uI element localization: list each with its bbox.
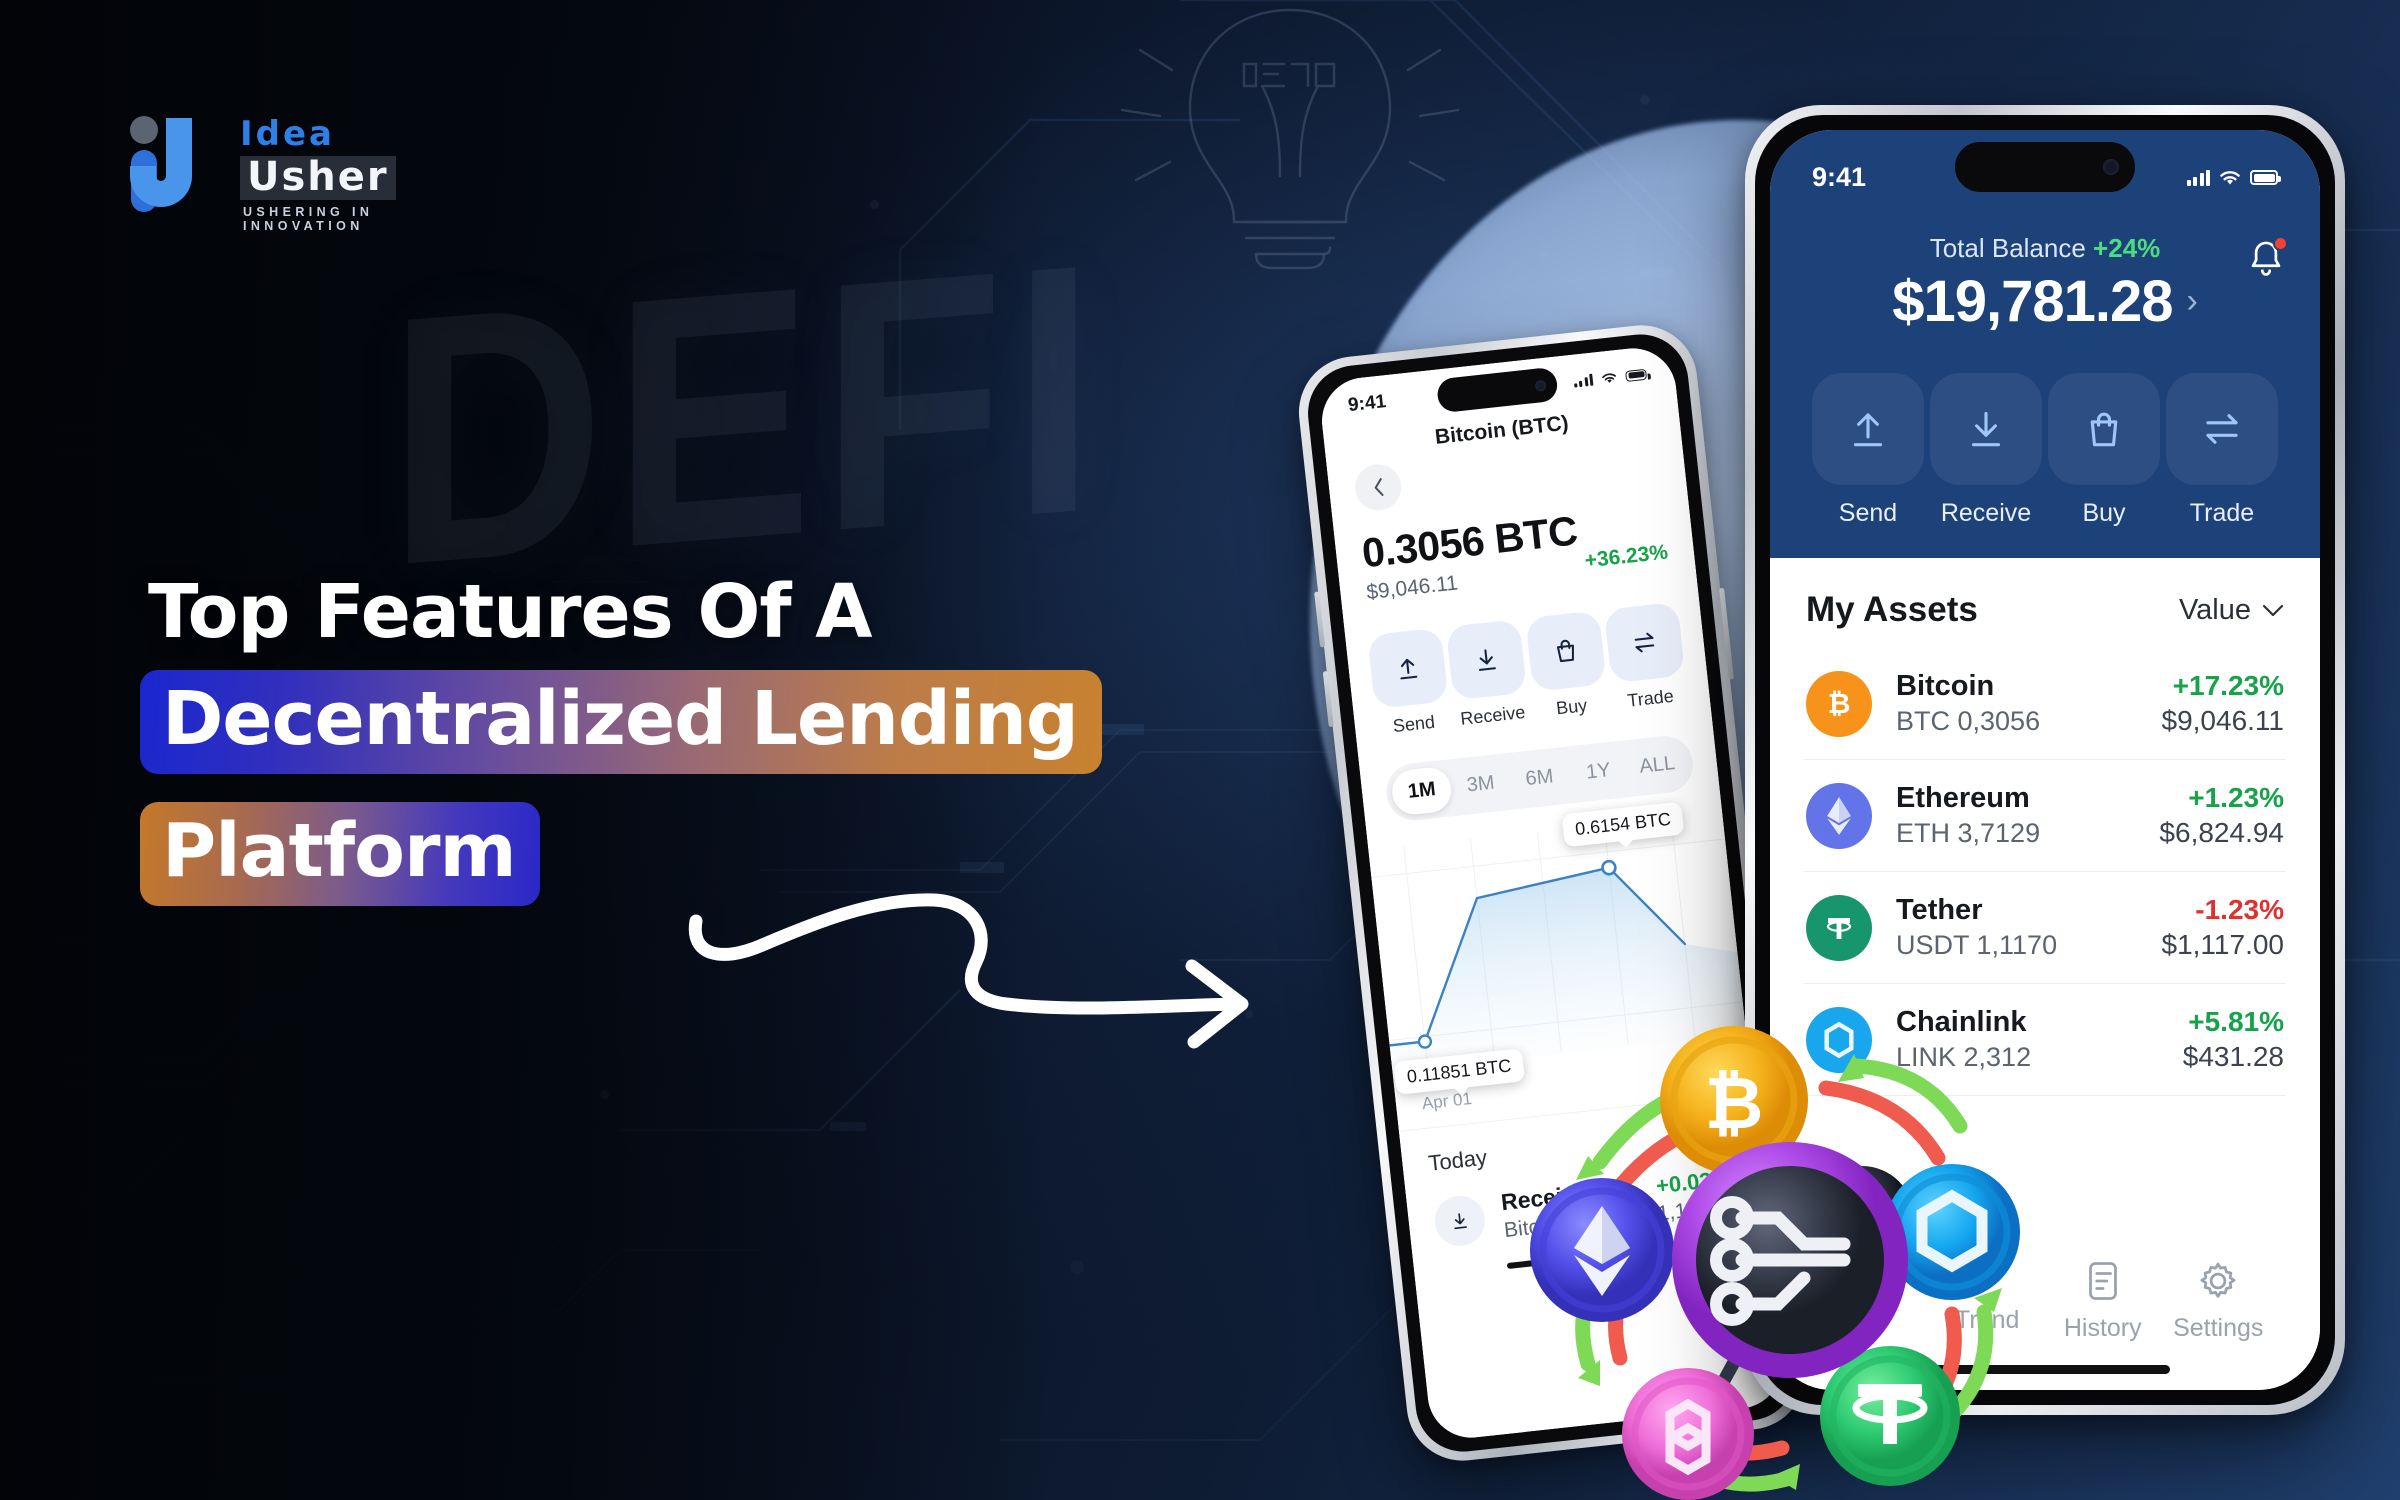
- table-row[interactable]: Ethereum ETH 3,7129 +1.23% $6,824.94: [1804, 760, 2286, 872]
- left-action-receive-label: Receive: [1459, 701, 1527, 729]
- asset-change: +1.23%: [2188, 782, 2284, 813]
- left-action-trade-label: Trade: [1626, 685, 1675, 711]
- tab-settings[interactable]: Settings: [2161, 1261, 2277, 1343]
- idea-usher-logo-icon: [122, 112, 232, 212]
- left-action-trade[interactable]: Trade: [1603, 601, 1689, 713]
- brand-name-line1: Idea: [240, 114, 335, 154]
- action-buy-label: Buy: [2082, 499, 2126, 527]
- asset-value: $9,046.11: [2161, 705, 2285, 736]
- shopping-bag-icon: [1556, 639, 1574, 663]
- headline-line-3: Platform: [140, 802, 540, 907]
- tab-settings-label: Settings: [2173, 1314, 2264, 1342]
- asset-name: Ethereum: [1896, 782, 2030, 814]
- timeframe-1m[interactable]: 1M: [1389, 765, 1454, 817]
- headline-line-1: Top Features Of A: [148, 569, 873, 655]
- ethereum-coin-icon: [1530, 1178, 1674, 1322]
- asset-value: $6,824.94: [2159, 817, 2284, 848]
- right-phone-notch: [1955, 142, 2135, 192]
- action-trade-label: Trade: [2189, 499, 2255, 527]
- action-receive[interactable]: Receive: [1930, 373, 2042, 528]
- notification-badge: [2273, 236, 2288, 251]
- back-button[interactable]: [1352, 462, 1404, 513]
- asset-ticker: ETH 3,7129: [1896, 818, 2041, 848]
- balance-change: +24%: [2093, 233, 2161, 263]
- swap-arrows-icon: [1634, 632, 1655, 653]
- poster-canvas: DEFI Idea Usher USHERING IN INNOVATION T…: [0, 0, 2400, 1500]
- asset-change: +5.81%: [2188, 1006, 2284, 1037]
- left-action-send[interactable]: Send: [1367, 627, 1452, 738]
- timeframe-6m[interactable]: 6M: [1508, 753, 1572, 804]
- brand-name-line2: Usher: [247, 154, 389, 200]
- bitcoin-icon: ₿: [1806, 670, 1872, 737]
- asset-change: -1.23%: [2195, 894, 2284, 925]
- action-receive-label: Receive: [1940, 499, 2032, 527]
- timeframe-1y[interactable]: 1Y: [1567, 746, 1631, 797]
- coin-network-graphic: ₿: [1470, 960, 2110, 1500]
- asset-name: Tether: [1896, 894, 1983, 926]
- brand-logo[interactable]: Idea Usher USHERING IN INNOVATION: [122, 108, 396, 233]
- action-trade[interactable]: Trade: [2166, 373, 2278, 528]
- balance-label: Total Balance +24%: [1929, 233, 2161, 263]
- svg-text:₿: ₿: [1705, 1061, 1764, 1145]
- asset-ticker: BTC 0,3056: [1896, 706, 2041, 736]
- download-arrow-icon: [1479, 649, 1497, 671]
- asset-value: $431.28: [2182, 1041, 2284, 1072]
- balance-amount: $19,781.28: [1892, 269, 2173, 334]
- balance-block: Total Balance +24% $19,781.28 ›: [1804, 233, 2286, 335]
- ethereum-icon: [1806, 782, 1872, 849]
- right-status-time: 9:41: [1812, 162, 1867, 192]
- balance-amount-row[interactable]: $19,781.28 ›: [1804, 268, 2286, 335]
- wallet-header: 9:41 Total Balance +24% $19,781.28 › Sen…: [1770, 130, 2320, 558]
- blockchain-network-icon: [1672, 1142, 1908, 1378]
- cellular-signal-icon: [2186, 169, 2210, 186]
- headline-line-2: Decentralized Lending: [140, 670, 1102, 775]
- assets-title: My Assets: [1806, 590, 1978, 629]
- svg-text:₿: ₿: [1828, 687, 1851, 720]
- battery-icon: [2250, 170, 2281, 185]
- left-action-buy[interactable]: Buy: [1524, 610, 1610, 721]
- tether-icon: [1806, 894, 1872, 961]
- battery-icon: [1625, 368, 1648, 382]
- gear-icon: [2200, 1262, 2236, 1298]
- brand-name-highlight: Usher: [240, 156, 396, 200]
- left-action-buy-label: Buy: [1555, 695, 1589, 719]
- assets-header: My Assets Value: [1804, 586, 2286, 648]
- assets-sort-button[interactable]: Value: [2179, 594, 2284, 627]
- cellular-signal-icon: [1573, 373, 1594, 388]
- asset-change: +17.23%: [2172, 670, 2284, 701]
- left-phone-change: +36.23%: [1583, 540, 1670, 573]
- asset-name: Bitcoin: [1896, 670, 1995, 702]
- timeframe-3m[interactable]: 3M: [1449, 759, 1513, 810]
- polygon-coin-icon: [1622, 1368, 1754, 1500]
- brand-tagline: USHERING IN INNOVATION: [243, 205, 374, 233]
- action-send[interactable]: Send: [1812, 373, 1924, 528]
- left-phone-actions: Send Receive Buy Trade: [1345, 599, 1710, 741]
- download-arrow-icon: [1930, 373, 2042, 485]
- table-row[interactable]: ₿ Bitcoin BTC 0,3056 +17.23% $9,046.11: [1804, 648, 2286, 760]
- left-action-receive[interactable]: Receive: [1445, 618, 1531, 730]
- notifications-button[interactable]: [2246, 236, 2288, 285]
- asset-value: $1,117.00: [2161, 929, 2285, 960]
- hand-drawn-curved-arrow-icon: [676, 876, 1296, 1126]
- upload-arrow-icon: [1400, 658, 1418, 680]
- asset-ticker: USDT 1,1170: [1896, 930, 2058, 960]
- wifi-icon: [2220, 170, 2240, 184]
- action-send-label: Send: [1838, 499, 1898, 527]
- shopping-bag-icon: [2048, 373, 2160, 485]
- action-buy[interactable]: Buy: [2048, 373, 2160, 528]
- swap-arrows-icon: [2166, 373, 2278, 485]
- page-title: Top Features Of A Decentralized Lending …: [140, 569, 1320, 907]
- chevron-down-icon: [2262, 604, 2284, 616]
- chevron-left-icon: [1374, 478, 1384, 497]
- timeframe-all[interactable]: ALL: [1625, 740, 1689, 791]
- left-action-send-label: Send: [1391, 711, 1436, 737]
- chevron-right-icon: ›: [2186, 282, 2198, 320]
- upload-arrow-icon: [1812, 373, 1924, 485]
- tether-coin-icon: [1820, 1346, 1960, 1486]
- wifi-icon: [1602, 372, 1616, 383]
- wallet-actions: Send Receive Buy Trade: [1804, 373, 2286, 528]
- assets-sort-label: Value: [2178, 593, 2251, 626]
